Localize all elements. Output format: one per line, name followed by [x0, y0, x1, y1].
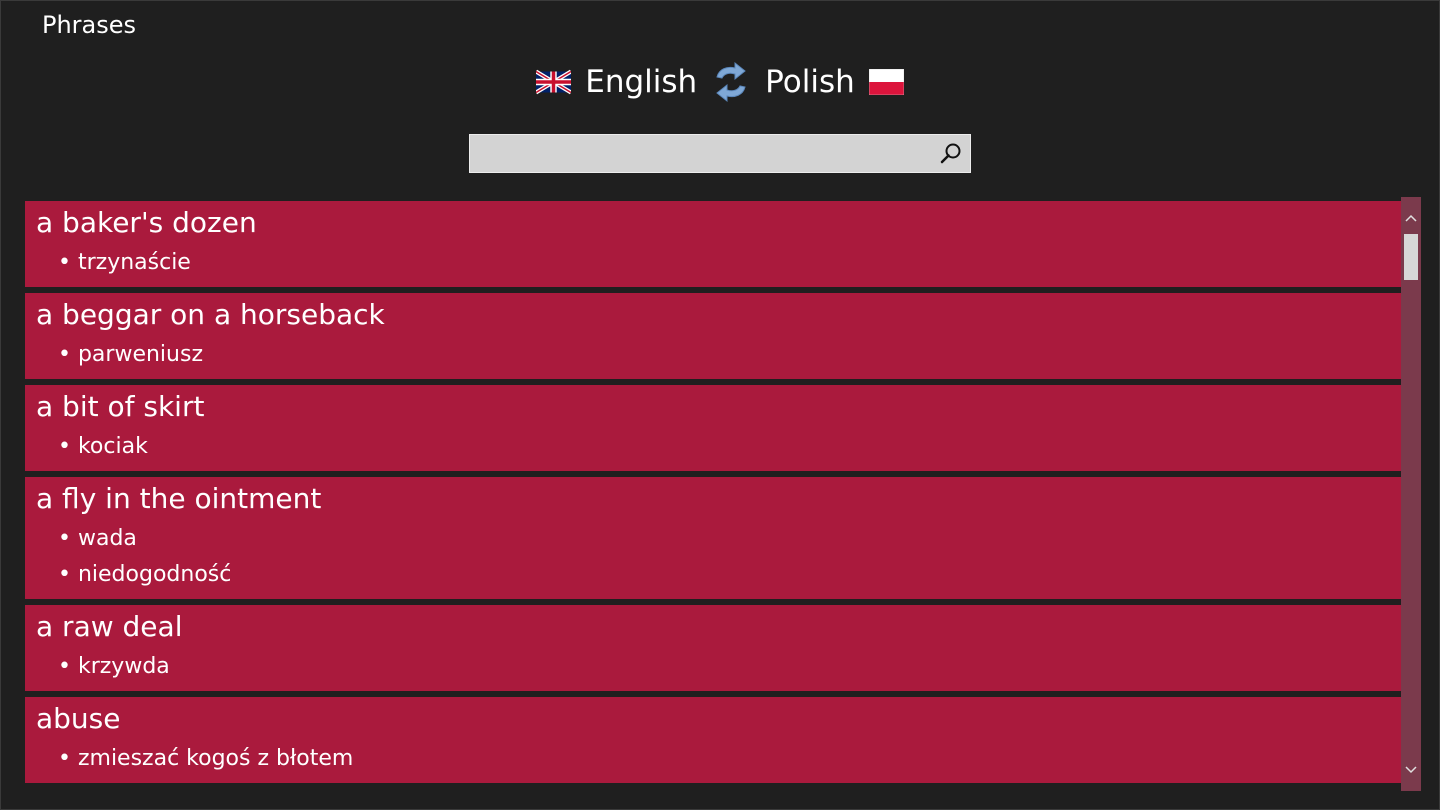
- swap-languages-icon[interactable]: [711, 61, 751, 103]
- app-window: Phrases English Polish a baker's dozen •…: [0, 0, 1440, 810]
- phrase-text: a fly in the ointment: [36, 482, 322, 515]
- translation-text: • krzywda: [58, 654, 170, 679]
- uk-flag-icon: [536, 69, 572, 95]
- phrase-text: a beggar on a horseback: [36, 298, 385, 331]
- phrase-text: a raw deal: [36, 610, 183, 643]
- phrase-item[interactable]: a baker's dozen • trzynaście: [25, 201, 1401, 287]
- search-box: [469, 134, 971, 173]
- target-language-label[interactable]: Polish: [765, 64, 855, 100]
- translation-text: • niedogodność: [58, 562, 232, 587]
- phrase-item[interactable]: a bit of skirt • kociak: [25, 385, 1401, 471]
- scroll-down-button[interactable]: [1401, 755, 1421, 785]
- language-bar: English Polish: [1, 59, 1439, 105]
- scroll-thumb[interactable]: [1404, 234, 1418, 280]
- source-language-label[interactable]: English: [585, 64, 697, 100]
- translation-text: • wada: [58, 526, 137, 551]
- phrase-text: a bit of skirt: [36, 390, 205, 423]
- chevron-up-icon: [1405, 214, 1417, 222]
- scroll-up-button[interactable]: [1401, 203, 1421, 233]
- phrase-text: a baker's dozen: [36, 206, 257, 239]
- vertical-scrollbar[interactable]: [1401, 197, 1421, 791]
- phrase-item[interactable]: a raw deal • krzywda: [25, 605, 1401, 691]
- phrase-list: a baker's dozen • trzynaście a beggar on…: [25, 201, 1401, 789]
- phrase-item[interactable]: abuse • zmieszać kogoś z błotem: [25, 697, 1401, 783]
- phrase-item[interactable]: a fly in the ointment • wada • niedogodn…: [25, 477, 1401, 599]
- poland-flag-icon: [868, 69, 904, 95]
- translation-text: • zmieszać kogoś z błotem: [58, 746, 354, 771]
- chevron-down-icon: [1405, 766, 1417, 774]
- phrase-text: abuse: [36, 702, 121, 735]
- window-title: Phrases: [42, 11, 137, 39]
- search-input[interactable]: [470, 135, 930, 172]
- translation-text: • kociak: [58, 434, 148, 459]
- phrase-list-area: a baker's dozen • trzynaście a beggar on…: [25, 197, 1421, 791]
- phrase-item[interactable]: a beggar on a horseback • parweniusz: [25, 293, 1401, 379]
- search-icon[interactable]: [938, 141, 964, 167]
- translation-text: • trzynaście: [58, 250, 191, 275]
- translation-text: • parweniusz: [58, 342, 203, 367]
